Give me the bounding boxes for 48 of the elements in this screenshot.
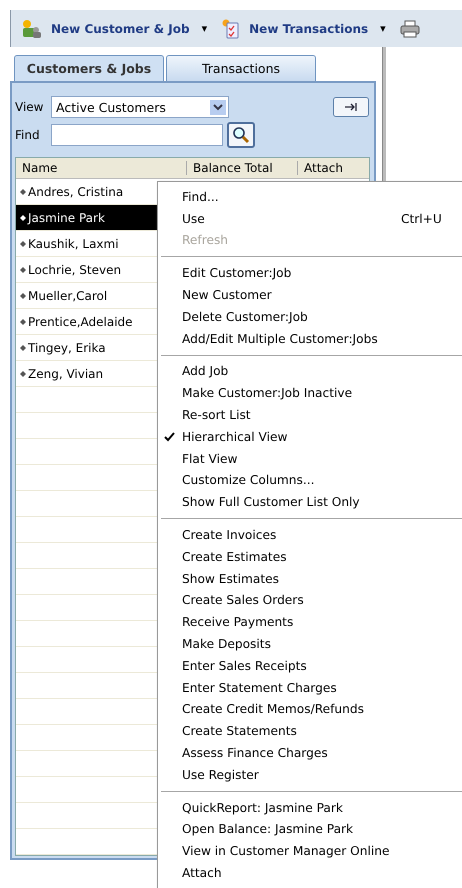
tab[interactable]: Customers & Jobs: [14, 55, 164, 81]
menu-item[interactable]: Receive Payments: [158, 611, 462, 634]
menu-item[interactable]: Enter Sales Receipts: [158, 654, 462, 677]
diamond-icon: [20, 344, 26, 350]
diamond-icon: [20, 318, 26, 324]
menu-item[interactable]: Flat View: [158, 448, 462, 470]
arrow-to-bar-icon: [344, 102, 358, 112]
column-header[interactable]: Balance Total: [187, 161, 298, 175]
column-header[interactable]: Attach: [298, 161, 369, 175]
menu-item[interactable]: Create Estimates: [158, 546, 462, 568]
menu-item[interactable]: Customize Columns...: [158, 470, 462, 492]
expand-button[interactable]: [333, 97, 369, 117]
menu-item[interactable]: Create Credit Memos/Refunds: [158, 698, 462, 720]
menu-item[interactable]: QuickReport: Jasmine Park: [158, 796, 462, 819]
diamond-icon: [20, 292, 26, 298]
search-icon: [232, 126, 250, 144]
diamond-icon: [20, 188, 26, 194]
menu-item[interactable]: Make Deposits: [158, 633, 462, 655]
new-customer-job-button[interactable]: New Customer & Job ▾: [21, 16, 208, 40]
print-button[interactable]: [400, 18, 420, 40]
menu-item[interactable]: Use Register: [158, 764, 462, 786]
new-transactions-button[interactable]: New Transactions ▾: [221, 16, 386, 40]
view-label: View: [15, 100, 44, 114]
menu-item[interactable]: Show Estimates: [158, 568, 462, 590]
view-dropdown[interactable]: Active Customers: [51, 96, 229, 118]
diamond-icon: [20, 214, 26, 220]
menu-item[interactable]: Hierarchical View: [158, 426, 462, 448]
menu-item[interactable]: Create Sales Orders: [158, 590, 462, 612]
menu-item[interactable]: Open Balance: Jasmine Park: [158, 818, 462, 840]
menu-item[interactable]: Show Full Customer List Only: [158, 491, 462, 514]
diamond-icon: [20, 240, 26, 246]
column-header[interactable]: Name: [16, 161, 187, 175]
menu-item[interactable]: Attach: [158, 862, 462, 884]
checklist-icon: [221, 18, 242, 38]
menu-item[interactable]: Enter Statement Charges: [158, 676, 462, 699]
printer-icon: [400, 20, 420, 38]
find-field[interactable]: [51, 124, 223, 146]
search-button[interactable]: [227, 122, 255, 148]
menu-item[interactable]: Re-sort List: [158, 404, 462, 426]
diamond-icon: [20, 370, 26, 376]
diamond-icon: [20, 266, 26, 272]
people-icon: [21, 18, 43, 38]
menu-item[interactable]: Assess Finance Charges: [158, 742, 462, 764]
menu-item[interactable]: Create Statements: [158, 720, 462, 742]
menu-item[interactable]: View in Customer Manager Online: [158, 840, 462, 862]
find-label: Find: [15, 128, 41, 142]
tab[interactable]: Transactions: [166, 55, 316, 81]
menu-item[interactable]: Create Invoices: [158, 524, 462, 546]
